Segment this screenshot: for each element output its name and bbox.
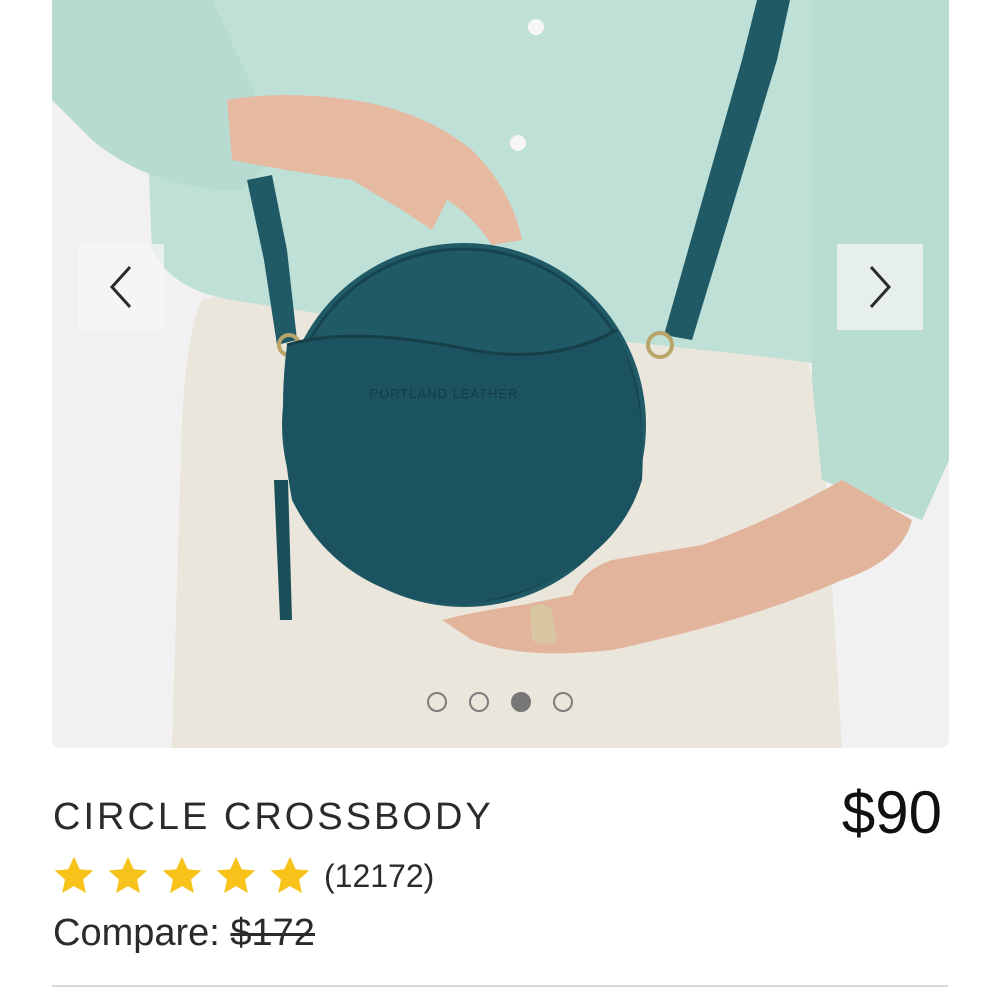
product-photo: PORTLAND LEATHER: [52, 0, 949, 748]
compare-price: Compare: $172: [53, 912, 315, 955]
product-title: CIRCLE CROSSBODY: [53, 796, 494, 838]
star-icon: [270, 856, 310, 894]
chevron-left-icon: [109, 265, 132, 309]
carousel-dot-2[interactable]: [468, 692, 489, 712]
divider: [52, 985, 948, 987]
carousel-dot-3[interactable]: [510, 692, 531, 712]
chevron-right-icon: [869, 265, 892, 309]
star-icon: [216, 856, 256, 894]
carousel-prev-button[interactable]: [78, 244, 164, 330]
compare-original-price: $172: [230, 912, 315, 954]
product-price: $90: [841, 779, 942, 846]
star-icon: [108, 856, 148, 894]
carousel-pagination: [52, 692, 949, 712]
svg-text:PORTLAND LEATHER: PORTLAND LEATHER: [369, 386, 518, 401]
product-image-carousel[interactable]: PORTLAND LEATHER: [52, 0, 949, 748]
product-rating[interactable]: (12172): [52, 854, 434, 898]
carousel-next-button[interactable]: [837, 244, 923, 330]
rating-count[interactable]: (12172): [324, 858, 434, 895]
carousel-dot-4[interactable]: [552, 692, 573, 712]
compare-label: Compare:: [53, 912, 220, 954]
star-icon: [54, 856, 94, 894]
product-page: PORTLAND LEATHER CIRCLE CROSSBODY $90 (1…: [0, 0, 1000, 1000]
star-icon: [162, 856, 202, 894]
carousel-dot-1[interactable]: [426, 692, 447, 712]
